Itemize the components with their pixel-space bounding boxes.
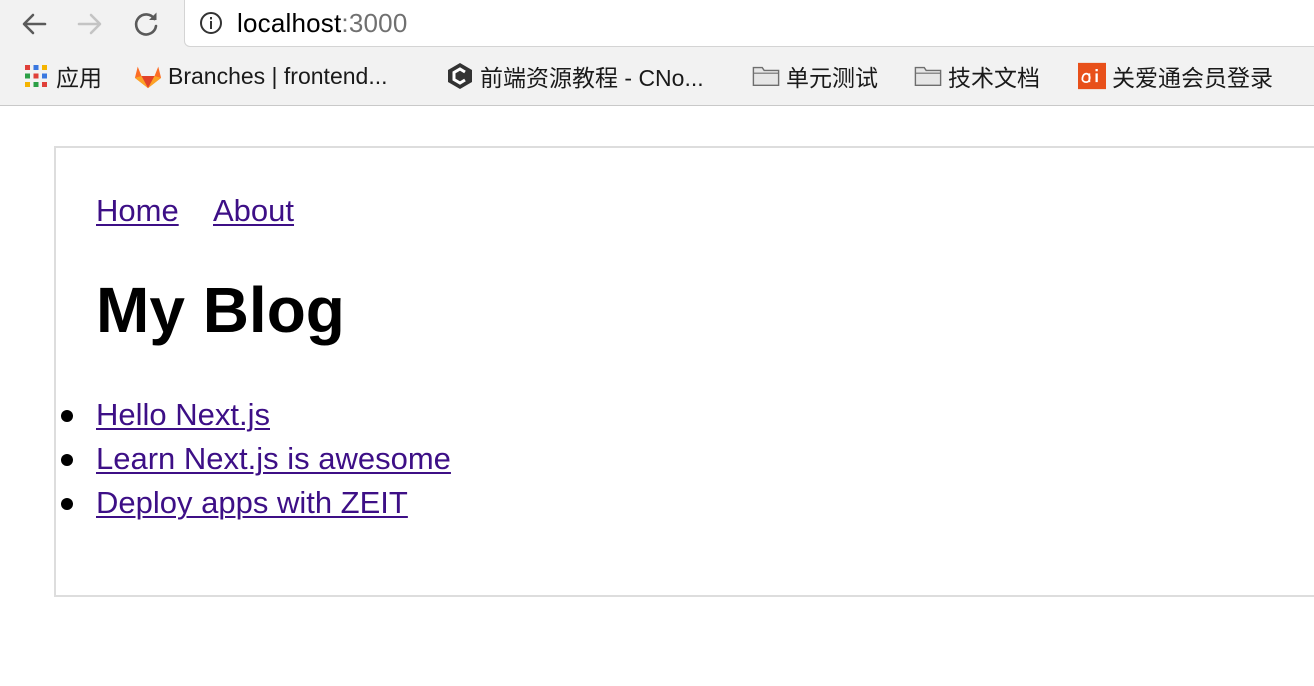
nav-link-about[interactable]: About: [213, 192, 294, 230]
browser-toolbar: localhost:3000: [0, 0, 1314, 48]
info-icon[interactable]: [199, 11, 223, 35]
bookmark-folder-unit-test[interactable]: 单元测试: [752, 60, 878, 92]
reload-icon: [134, 12, 158, 36]
ai-logo-icon: [1078, 62, 1106, 90]
bookmark-label: 前端资源教程 - CNo...: [480, 65, 704, 91]
bookmark-cnode[interactable]: 前端资源教程 - CNo...: [446, 60, 704, 92]
bookmark-label: 应用: [56, 65, 102, 91]
bookmark-label: 技术文档: [948, 65, 1040, 91]
bookmark-label: 单元测试: [786, 65, 878, 91]
nav-link-home[interactable]: Home: [96, 192, 179, 230]
url-port: :3000: [341, 8, 408, 38]
gitlab-icon: [134, 62, 162, 90]
bullet-icon: [61, 410, 73, 422]
bookmark-label: Branches | frontend...: [168, 62, 388, 89]
forward-arrow-icon: [77, 13, 102, 35]
bullet-icon: [61, 454, 73, 466]
bookmark-guanaitong-login[interactable]: 关爱通会员登录: [1078, 60, 1273, 92]
bookmark-folder-tech-docs[interactable]: 技术文档: [914, 60, 1040, 92]
url-text[interactable]: localhost:3000: [237, 8, 408, 38]
cnode-icon: [446, 62, 474, 90]
bookmark-apps[interactable]: 应用: [22, 60, 102, 92]
back-button[interactable]: [16, 6, 52, 42]
bookmark-label: 关爱通会员登录: [1112, 65, 1273, 91]
post-link-hello-nextjs[interactable]: Hello Next.js: [96, 396, 270, 434]
reload-button[interactable]: [128, 6, 164, 42]
post-link-deploy-zeit[interactable]: Deploy apps with ZEIT: [96, 484, 408, 522]
apps-grid-icon: [22, 62, 50, 90]
folder-icon: [914, 62, 942, 90]
folder-icon: [752, 62, 780, 90]
bullet-icon: [61, 498, 73, 510]
forward-button[interactable]: [72, 6, 108, 42]
back-arrow-icon: [22, 13, 47, 35]
post-link-learn-nextjs[interactable]: Learn Next.js is awesome: [96, 440, 451, 478]
page-title: My Blog: [96, 274, 345, 346]
bookmarks-bar: 应用 Branches | frontend... 前端资源教程 - CNo..…: [0, 48, 1314, 106]
url-host: localhost: [237, 8, 342, 38]
address-bar[interactable]: localhost:3000: [184, 0, 1314, 47]
bookmark-gitlab-branches[interactable]: Branches | frontend...: [134, 60, 388, 92]
